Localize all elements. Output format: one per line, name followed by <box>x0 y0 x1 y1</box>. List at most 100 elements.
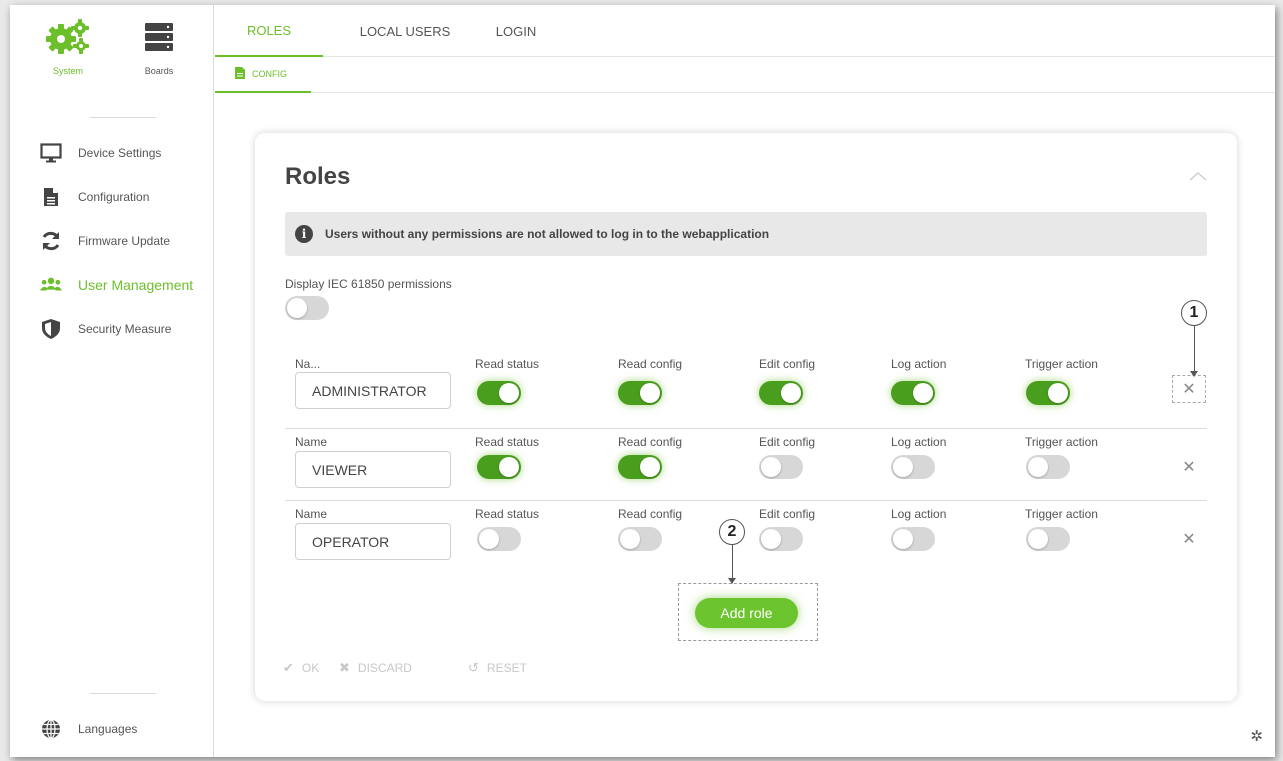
toggle-knob <box>1048 383 1068 403</box>
gears-icon <box>46 19 89 54</box>
sidebar-item-user-management[interactable]: User Management <box>40 273 193 297</box>
trigger-action-toggle[interactable] <box>1026 527 1070 551</box>
refresh-icon <box>40 230 62 252</box>
role-name-input[interactable] <box>295 523 451 560</box>
read-status-label: Read status <box>475 435 540 449</box>
log-action-label: Log action <box>891 507 947 521</box>
sidebar-item-languages[interactable]: Languages <box>40 717 137 741</box>
trigger-action-toggle[interactable] <box>1026 381 1070 405</box>
collapse-button[interactable] <box>1187 165 1209 187</box>
read-config-toggle[interactable] <box>618 455 662 479</box>
ok-label: OK <box>301 661 320 675</box>
close-icon: ✕ <box>1182 531 1196 548</box>
info-banner: i Users without any permissions are not … <box>285 212 1207 256</box>
read-config-label: Read config <box>618 507 683 521</box>
sidebar-item-firmware-update[interactable]: Firmware Update <box>40 229 170 253</box>
log-action-toggle[interactable] <box>891 381 935 405</box>
read-config-label: Read config <box>618 357 683 371</box>
x-icon: ✖ <box>339 660 350 675</box>
role-row-administrator: Na... Read status Read config Edit confi… <box>285 357 1207 429</box>
toggle-knob <box>1028 457 1048 477</box>
close-icon: ✕ <box>1182 459 1196 476</box>
discard-button[interactable]: ✖ DISCARD <box>339 660 412 676</box>
sidebar-item-device-settings[interactable]: Device Settings <box>40 141 161 165</box>
edit-config-label: Edit config <box>759 357 816 371</box>
read-status-label: Read status <box>475 507 540 521</box>
read-status-toggle[interactable] <box>477 527 521 551</box>
name-column-label: Na... <box>295 357 321 371</box>
edit-config-toggle[interactable] <box>759 527 803 551</box>
trigger-action-toggle[interactable] <box>1026 455 1070 479</box>
sidebar-divider <box>90 117 156 118</box>
ok-button[interactable]: ✔ OK <box>283 660 319 676</box>
check-icon: ✔ <box>283 660 294 675</box>
edit-config-label: Edit config <box>759 507 816 521</box>
edit-config-toggle[interactable] <box>759 381 803 405</box>
toggle-knob <box>640 383 660 403</box>
log-action-toggle[interactable] <box>891 455 935 479</box>
sidebar-divider <box>90 693 156 694</box>
toggle-knob <box>499 383 519 403</box>
tab-local-users[interactable]: LOCAL USERS <box>347 5 463 57</box>
boards-button[interactable]: Boards <box>119 17 199 76</box>
trigger-action-label: Trigger action <box>1025 435 1098 449</box>
add-role-button[interactable]: Add role <box>695 598 798 628</box>
discard-label: DISCARD <box>357 661 412 675</box>
toggle-knob <box>893 457 913 477</box>
tab-roles[interactable]: ROLES <box>215 5 323 57</box>
role-row-viewer: Name Read status Read config Edit config… <box>285 429 1207 501</box>
delete-role-button[interactable]: ✕ <box>1172 375 1206 403</box>
shield-icon <box>40 318 62 340</box>
read-config-label: Read config <box>618 435 683 449</box>
toggle-knob <box>781 383 801 403</box>
read-config-toggle[interactable] <box>618 381 662 405</box>
callout-1: 1 <box>1181 300 1207 326</box>
read-config-toggle[interactable] <box>618 527 662 551</box>
read-status-toggle[interactable] <box>477 455 521 479</box>
callout-2-arrow <box>728 578 736 584</box>
iec-permissions-label: Display IEC 61850 permissions <box>285 277 452 291</box>
sidebar: System Boards Device Settings Configurat… <box>10 5 214 757</box>
monitor-icon <box>40 142 62 164</box>
subtab-label: CONFIG <box>252 69 287 79</box>
system-button[interactable]: System <box>28 17 108 76</box>
tab-login[interactable]: LOGIN <box>489 5 543 57</box>
sub-tab-bar: CONFIG <box>215 57 1275 93</box>
name-column-label: Name <box>295 435 328 449</box>
role-name-input[interactable] <box>295 372 451 409</box>
edit-config-toggle[interactable] <box>759 455 803 479</box>
log-action-toggle[interactable] <box>891 527 935 551</box>
role-name-input[interactable] <box>295 451 451 488</box>
file-icon <box>235 67 245 81</box>
trigger-action-label: Trigger action <box>1025 357 1098 371</box>
users-icon <box>40 274 62 296</box>
toggle-knob <box>761 529 781 549</box>
log-action-label: Log action <box>891 435 947 449</box>
sidebar-item-security-measure[interactable]: Security Measure <box>40 317 171 341</box>
subtab-config[interactable]: CONFIG <box>215 57 311 93</box>
toggle-knob <box>1028 529 1048 549</box>
settings-gear-icon[interactable]: ✲ <box>1250 727 1263 745</box>
sidebar-item-configuration[interactable]: Configuration <box>40 185 149 209</box>
delete-role-button[interactable]: ✕ <box>1172 453 1206 481</box>
name-column-label: Name <box>295 507 328 521</box>
boards-icon <box>145 23 173 51</box>
info-text: Users without any permissions are not al… <box>325 227 770 241</box>
reset-button[interactable]: ↺ RESET <box>468 660 527 676</box>
close-icon: ✕ <box>1182 381 1196 398</box>
read-status-toggle[interactable] <box>477 381 521 405</box>
sidebar-item-label: User Management <box>78 277 194 293</box>
callout-1-line <box>1194 326 1195 372</box>
toggle-knob <box>479 529 499 549</box>
system-label: System <box>52 66 83 76</box>
iec-permissions-toggle[interactable] <box>285 296 329 320</box>
delete-role-button[interactable]: ✕ <box>1172 525 1206 553</box>
trigger-action-label: Trigger action <box>1025 507 1098 521</box>
sidebar-item-label: Configuration <box>78 190 150 204</box>
undo-icon: ↺ <box>468 660 479 675</box>
toggle-knob <box>620 529 640 549</box>
read-status-label: Read status <box>475 357 540 371</box>
sidebar-item-label: Firmware Update <box>78 234 171 248</box>
toggle-knob <box>499 457 519 477</box>
card-title: Roles <box>285 163 351 190</box>
